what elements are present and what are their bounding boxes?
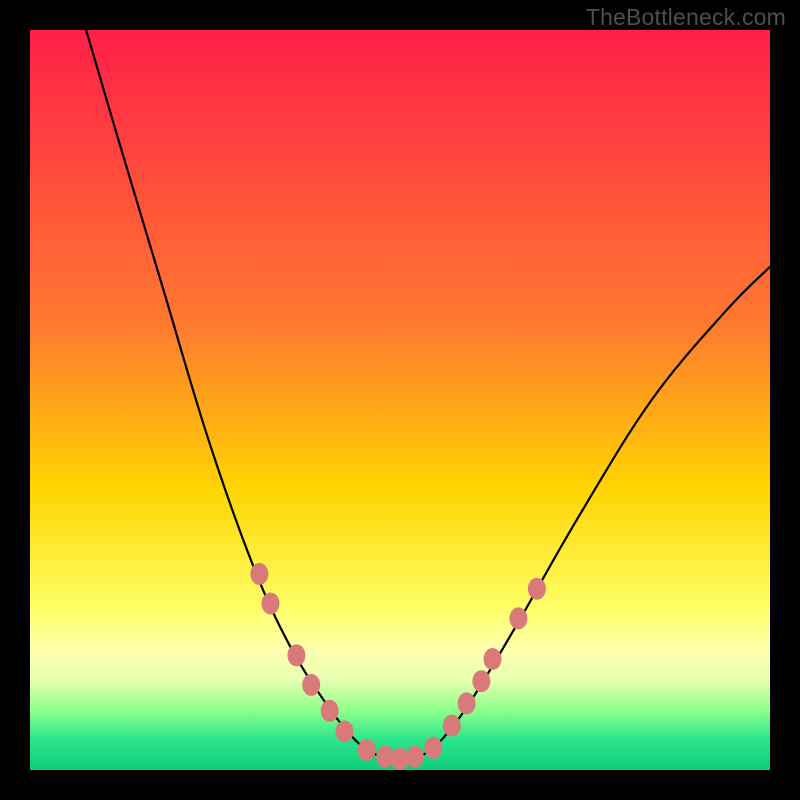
data-marker <box>302 674 320 696</box>
data-marker <box>458 692 476 714</box>
data-marker <box>484 648 502 670</box>
data-marker <box>443 715 461 737</box>
bottleneck-curve <box>82 30 770 759</box>
data-marker <box>358 739 376 761</box>
data-marker <box>321 700 339 722</box>
curve-layer <box>30 30 770 770</box>
watermark-label: TheBottleneck.com <box>586 4 786 31</box>
data-marker <box>406 746 424 768</box>
data-marker <box>250 563 268 585</box>
data-marker <box>528 578 546 600</box>
data-marker <box>336 721 354 743</box>
data-marker <box>287 644 305 666</box>
data-marker <box>472 670 490 692</box>
data-marker <box>262 593 280 615</box>
data-marker <box>509 607 527 629</box>
data-marker <box>424 737 442 759</box>
chart-frame: TheBottleneck.com <box>0 0 800 800</box>
plot-area <box>30 30 770 770</box>
markers-group <box>250 563 546 770</box>
